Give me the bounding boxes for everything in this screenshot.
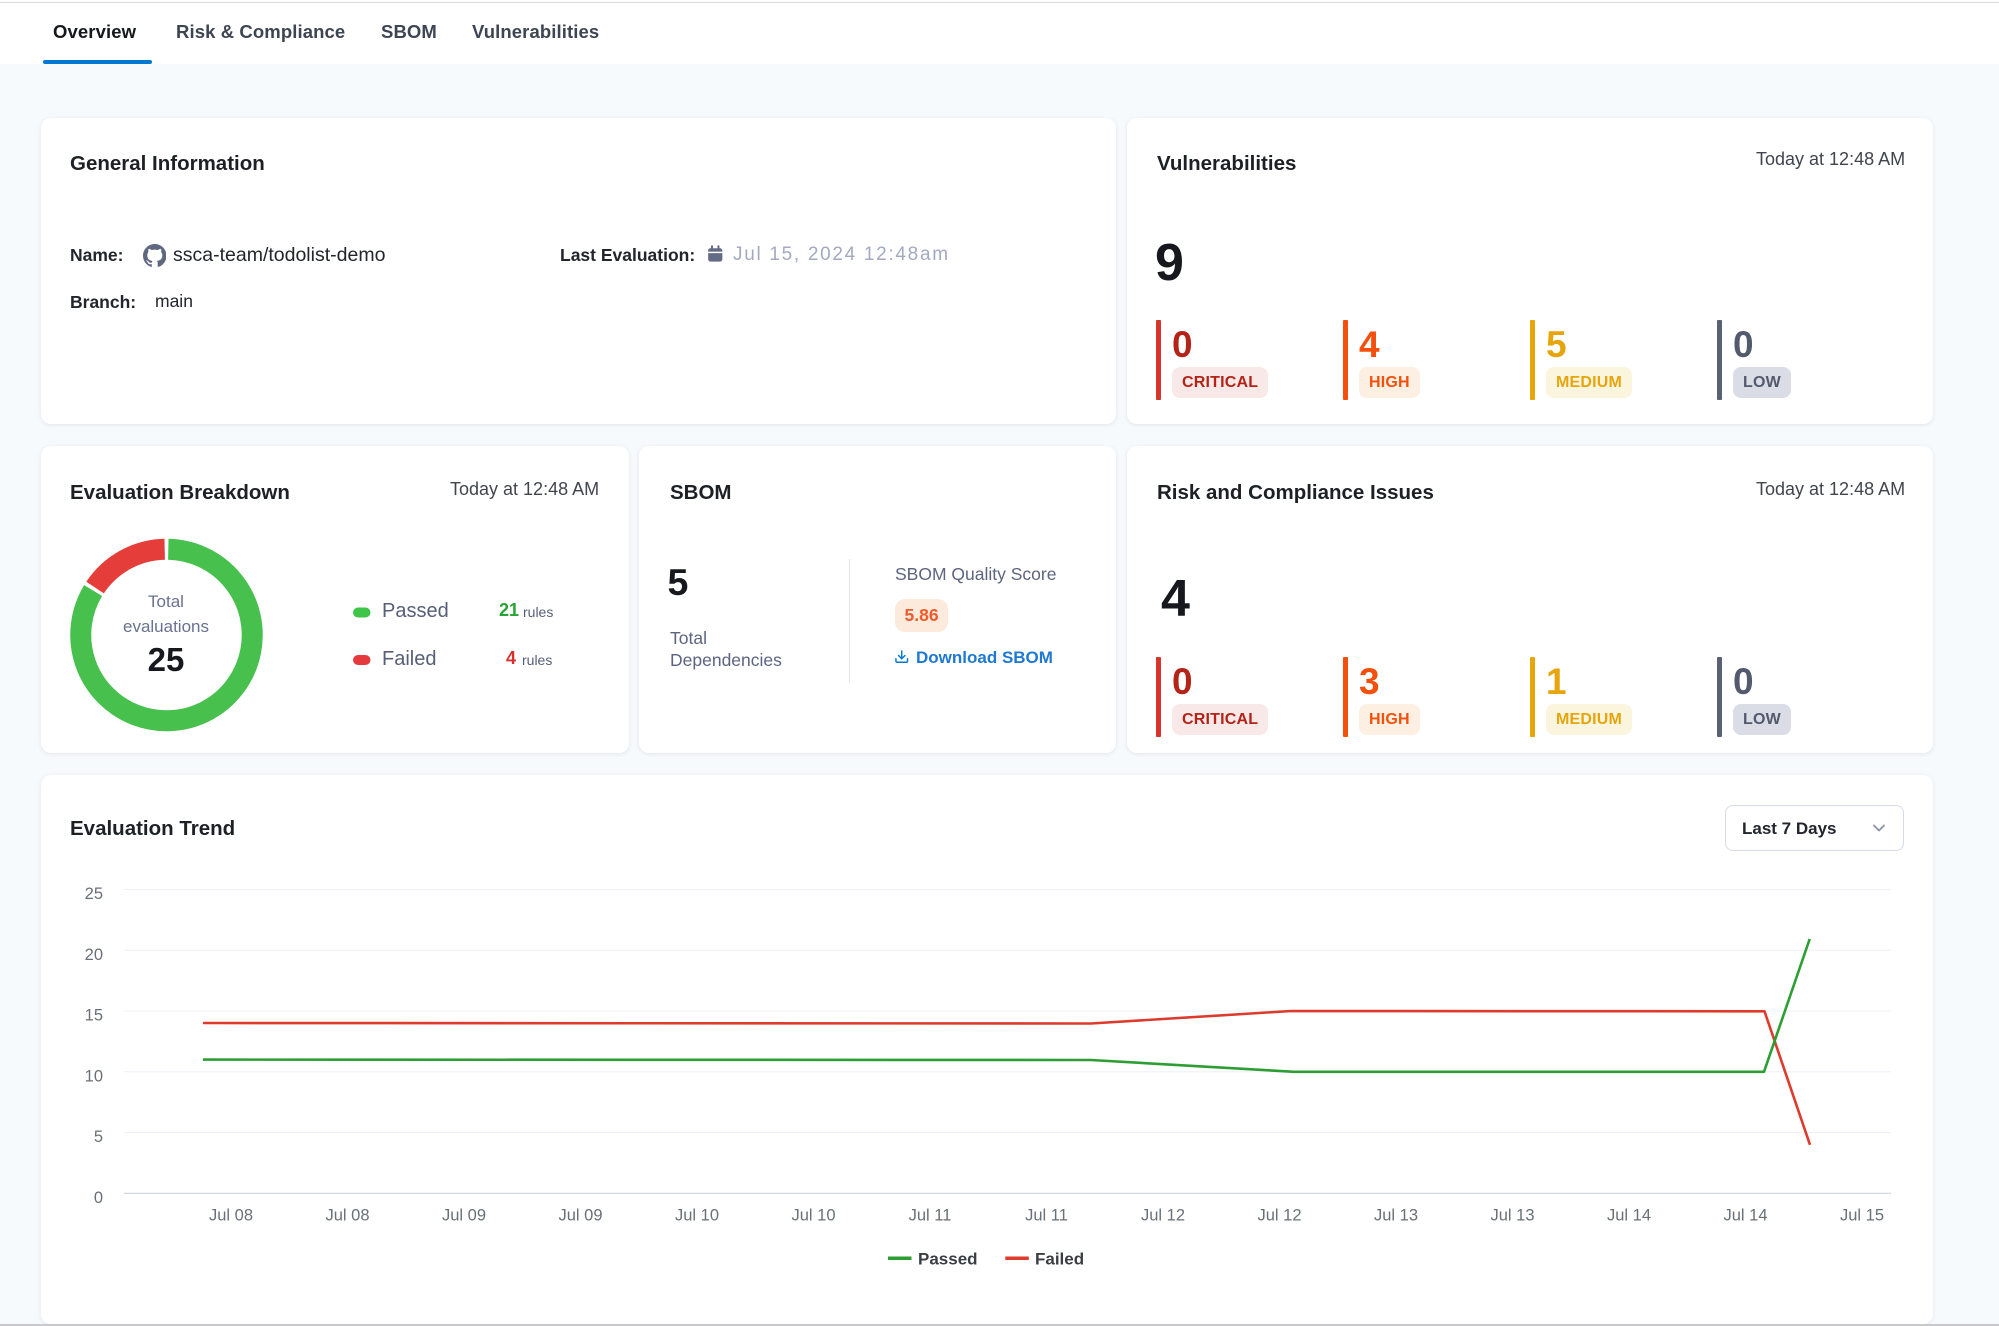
- svg-text:Jul 13: Jul 13: [1374, 1207, 1418, 1225]
- svg-text:Jul 10: Jul 10: [675, 1207, 719, 1225]
- svg-text:0: 0: [94, 1189, 103, 1207]
- svg-text:Jul 10: Jul 10: [791, 1207, 835, 1225]
- svg-text:Jul 14: Jul 14: [1723, 1207, 1767, 1225]
- svg-text:5: 5: [94, 1128, 103, 1146]
- svg-text:Jul 12: Jul 12: [1257, 1207, 1301, 1225]
- svg-text:Failed: Failed: [1035, 1250, 1084, 1269]
- svg-text:15: 15: [85, 1007, 103, 1025]
- svg-text:Jul 09: Jul 09: [442, 1207, 486, 1225]
- svg-text:Jul 11: Jul 11: [1025, 1207, 1068, 1225]
- svg-text:Jul 08: Jul 08: [209, 1207, 253, 1225]
- svg-text:Jul 14: Jul 14: [1607, 1207, 1651, 1225]
- svg-text:25: 25: [85, 885, 103, 903]
- svg-text:Jul 13: Jul 13: [1490, 1207, 1534, 1225]
- svg-text:Jul 12: Jul 12: [1141, 1207, 1185, 1225]
- svg-text:Jul 08: Jul 08: [325, 1207, 369, 1225]
- svg-text:Jul 11: Jul 11: [909, 1207, 952, 1225]
- svg-text:Jul 09: Jul 09: [558, 1207, 602, 1225]
- svg-text:Passed: Passed: [918, 1250, 978, 1269]
- svg-text:20: 20: [85, 946, 103, 964]
- svg-text:Jul 15: Jul 15: [1840, 1207, 1884, 1225]
- svg-text:10: 10: [85, 1067, 103, 1085]
